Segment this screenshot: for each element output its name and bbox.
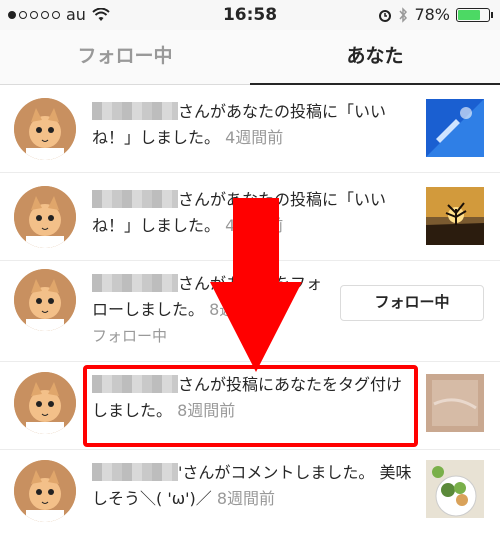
post-thumbnail[interactable] <box>426 187 484 245</box>
notification-text: 'さんがコメントしました。 美味しそう＼( 'ω')／ 8週間前 <box>92 460 412 512</box>
blurred-username <box>92 463 178 481</box>
tab-you[interactable]: あなた <box>250 30 500 85</box>
list-item[interactable]: さんがあなたの投稿に「いいね！」しました。 4週間前 <box>0 85 500 173</box>
avatar[interactable] <box>14 186 76 248</box>
post-thumbnail[interactable] <box>426 460 484 518</box>
alarm-icon <box>379 9 392 22</box>
status-bar: au 16:58 78% <box>0 0 500 30</box>
avatar[interactable] <box>14 372 76 434</box>
activity-tabs: フォロー中 あなた <box>0 30 500 85</box>
list-item[interactable]: さんがあなたの投稿に「いいね！」しました。 4週間前 <box>0 173 500 261</box>
highlight-box <box>83 365 418 447</box>
blurred-username <box>92 102 178 120</box>
timestamp: 8週間前 <box>209 300 268 319</box>
notification-text: さんがあなたの投稿に「いいね！」しました。 4週間前 <box>92 187 412 239</box>
list-item[interactable]: 'さんがコメントしました。 美味しそう＼( 'ω')／ 8週間前 <box>0 450 500 533</box>
tab-following[interactable]: フォロー中 <box>0 30 250 84</box>
avatar[interactable] <box>14 460 76 522</box>
following-status: フォロー中 <box>92 327 168 345</box>
blurred-username <box>92 274 178 292</box>
avatar[interactable] <box>14 269 76 331</box>
post-thumbnail[interactable] <box>426 99 484 157</box>
following-button[interactable]: フォロー中 <box>340 285 484 321</box>
timestamp: 4週間前 <box>225 128 284 147</box>
post-thumbnail[interactable] <box>426 374 484 432</box>
notification-text: さんがあなたの投稿に「いいね！」しました。 4週間前 <box>92 99 412 151</box>
battery-icon <box>456 7 493 22</box>
avatar[interactable] <box>14 98 76 160</box>
battery-percent: 78% <box>414 5 450 24</box>
timestamp: 4週間前 <box>225 216 284 235</box>
blurred-username <box>92 190 178 208</box>
tab-you-label: あなた <box>346 45 404 67</box>
bluetooth-icon <box>399 6 408 23</box>
timestamp: 8週間前 <box>216 489 276 508</box>
notification-text: さんがあなたをフォローしました。 8週間前 フォロー中 <box>92 271 322 349</box>
